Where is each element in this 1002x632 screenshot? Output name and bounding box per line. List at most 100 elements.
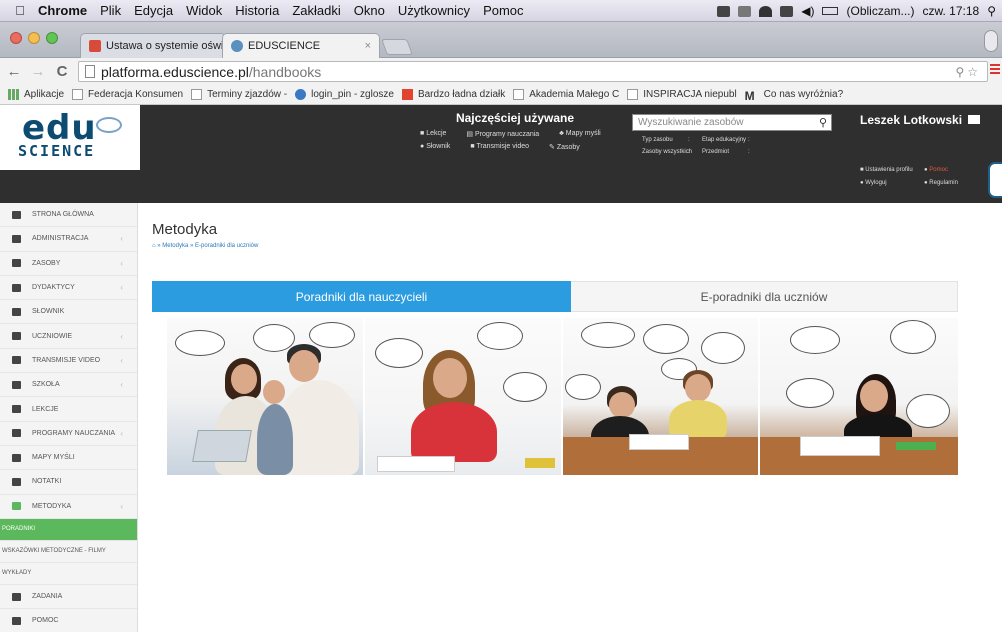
thought-bubble [374,338,423,368]
popular-link-mindmaps[interactable]: ♣ Mapy myśli [559,130,611,138]
filter-owner[interactable]: Zasoby wszystkich [642,149,692,155]
address-bar[interactable]: platforma.eduscience.pl /handbooks ⚲☆ [78,61,988,82]
menu-item-bookmarks[interactable]: Zakładki [292,3,340,18]
close-window-button[interactable] [10,32,22,44]
profile-icon[interactable] [984,30,998,52]
sidebar-subitem[interactable]: WYKŁADY [0,563,137,585]
sidebar-item[interactable]: POMOC [0,609,137,632]
sidebar-item[interactable]: LEKCJE [0,397,137,422]
display-icon[interactable] [780,5,794,17]
pencils [524,458,555,468]
sidebar-item[interactable]: STRONA GŁÓWNA [0,203,137,228]
thought-bubble [906,394,951,428]
bookmark-item[interactable]: login_pin - zglosze [295,89,394,100]
breadcrumb[interactable]: ⌂ » Metodyka » E-poradniki dla uczniów [152,243,258,249]
popular-link-video[interactable]: ■ Transmisje video [470,143,539,151]
popular-link-lessons[interactable]: ■ Lekcje [420,130,456,138]
battery-icon[interactable] [822,7,839,15]
menu-item-edit[interactable]: Edycja [134,3,173,18]
back-icon[interactable]: ← [4,63,24,80]
apple-icon[interactable]:  [12,3,28,18]
sidebar-item[interactable]: PROGRAMY NAUCZANIA ‹ [0,422,137,446]
menu-item-view[interactable]: Widok [186,3,222,18]
user-avatar-icon [968,115,981,124]
tab-students[interactable]: E-poradniki dla uczniów [571,281,958,312]
menu-app-name[interactable]: Chrome [38,3,87,18]
filter-subject[interactable]: Przedmiot [702,149,748,155]
sidebar-item[interactable]: TRANSMISJE VIDEO ‹ [0,349,137,374]
search-icon[interactable]: ⚲ [819,116,827,129]
sidebar-item[interactable]: ADMINISTRACJA ‹ [0,227,137,252]
bookmark-item[interactable]: Federacja Konsumen [72,89,183,100]
menu-item-users[interactable]: Użytkownicy [398,3,470,18]
bookmark-item[interactable]: Akademia Małego C [513,89,619,100]
spotlight-icon[interactable]: ⚲ [987,4,996,18]
zoom-window-button[interactable] [46,32,58,44]
profile-settings-link[interactable]: ■ Ustawienia profilu [860,167,924,173]
sidebar-item[interactable]: NOTATKI [0,470,137,495]
volume-icon[interactable]: ◀) [801,4,814,18]
sidebar-item[interactable]: MAPY MYŚLI [0,446,137,471]
zoom-star-icons[interactable]: ⚲☆ [955,65,981,79]
wrench-icon [12,234,21,243]
sidebar-item[interactable]: UCZNIOWIE ‹ [0,324,137,349]
sidebar-item-label: ZADANIA [32,593,63,600]
bookmark-item[interactable]: Terminy zjazdów - [191,89,287,100]
logout-link[interactable]: ● Wyloguj [860,180,924,186]
search-input[interactable]: Wyszukiwanie zasobów ⚲ [632,114,832,131]
filter-resource-type[interactable]: Typ zasobu [642,137,688,143]
chevron-icon: ‹ [120,380,123,390]
browser-tab[interactable]: Ustawa o systemie oświat × [80,33,226,58]
header-filler [0,170,140,203]
tray-icon[interactable] [717,5,731,17]
reload-icon[interactable]: C [52,63,72,80]
forward-icon[interactable]: → [28,63,48,80]
thought-bubble [502,372,547,402]
minimize-window-button[interactable] [28,32,40,44]
sidebar-item-label: UCZNIOWIE [32,332,73,340]
bookmark-label: Terminy zjazdów - [207,89,288,100]
popular-link-programs[interactable]: ▤ Programy nauczania [466,130,549,138]
help-link[interactable]: ● Pomoc [924,167,988,173]
popular-link-resources[interactable]: ✎ Zasoby [549,143,590,151]
tray-icon[interactable] [738,5,752,17]
bookmark-label: login_pin - zglosze [311,89,394,100]
menu-item-history[interactable]: Historia [235,3,279,18]
close-tab-icon[interactable]: × [365,40,371,52]
popular-link-dictionary[interactable]: ● Słownik [420,143,460,151]
tab-teachers[interactable]: Poradniki dla nauczycieli [152,281,571,312]
handbook-image-family[interactable] [167,318,365,475]
rules-link[interactable]: ● Regulamin [924,180,988,186]
browser-tab-active[interactable]: EDUSCIENCE × [222,33,380,58]
handbook-image-student[interactable] [760,318,958,475]
sidebar-subitem[interactable]: PORADNIKI [0,518,137,541]
new-tab-button[interactable] [381,39,413,55]
bookmark-item[interactable]: M Co nas wyróżnia? [745,89,843,103]
apps-icon [8,89,19,100]
hamburger-menu-icon[interactable] [990,64,1000,76]
menu-item-help[interactable]: Pomoc [483,3,523,18]
bookmark-item[interactable]: Bardzo ładna działk [401,89,505,100]
sidebar-item[interactable]: SZKOŁA ‹ [0,373,137,398]
sidebar-item-label: SZKOŁA [32,381,60,389]
bookmark-apps[interactable]: Aplikacje [8,89,64,100]
wifi-icon[interactable] [759,5,773,17]
sidebar-item[interactable]: METODYKA ‹ [0,495,137,519]
menu-item-file[interactable]: Plik [100,3,121,18]
menu-item-window[interactable]: Okno [354,3,385,18]
bookmark-item[interactable]: INSPIRACJA niepubl [627,89,737,100]
tab-title: EDUSCIENCE [248,40,321,52]
sidebar-item[interactable]: DYDAKTYCY ‹ [0,276,137,301]
handbook-image-boys[interactable] [562,318,761,475]
chevron-icon: ‹ [120,234,123,244]
site-logo[interactable]: edu SCIENCE [0,105,140,170]
user-name[interactable]: Leszek Lotkowski [860,113,981,127]
sidebar-item[interactable]: SŁOWNIK [0,300,137,325]
clock[interactable]: czw. 17:18 [923,4,980,18]
sidebar-subitem[interactable]: WSKAZÓWKI METODYCZNE - FILMY [0,541,137,563]
filter-education-stage[interactable]: Etap edukacyjny [702,137,748,143]
sidebar-item[interactable]: ZADANIA [0,585,137,610]
sidebar-item[interactable]: ZASOBY ‹ [0,252,137,276]
feedback-side-tab[interactable] [988,162,1002,198]
handbook-image-girl[interactable] [364,318,563,475]
